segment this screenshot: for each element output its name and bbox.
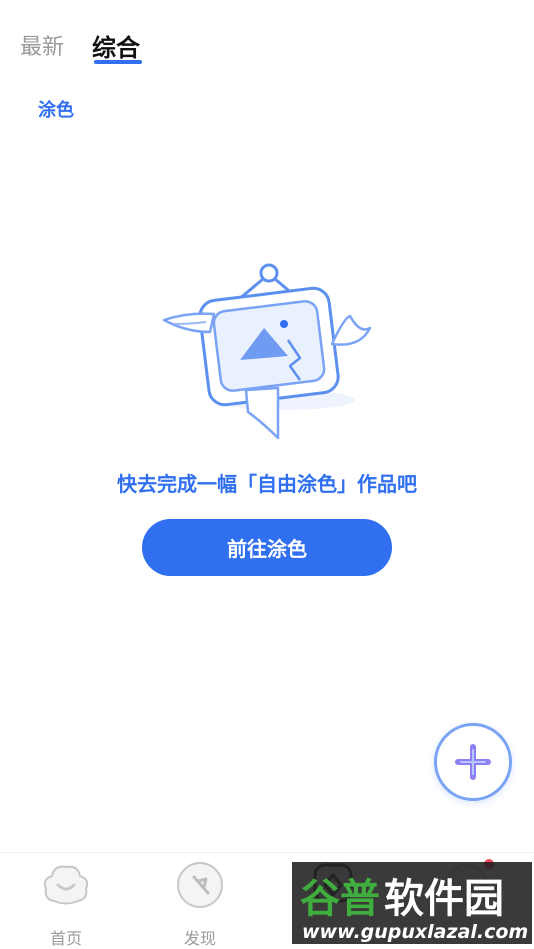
nav-home-label: 首页 [49, 929, 82, 948]
add-fab-button[interactable] [434, 723, 512, 801]
site-watermark-logo: 谷普 软件园 www.gupuxlazal.com [292, 862, 532, 944]
cloud-smile-icon [43, 865, 89, 905]
category-coloring[interactable]: 涂色 [38, 96, 74, 122]
go-coloring-button[interactable]: 前往涂色 [142, 519, 392, 576]
svg-text:www.gupuxlazal.com: www.gupuxlazal.com [302, 921, 528, 943]
nav-discover[interactable]: 发现 [155, 859, 245, 948]
plus-icon [455, 744, 491, 780]
compass-icon [177, 862, 223, 908]
nav-home[interactable]: 首页 [21, 859, 111, 948]
empty-frame-illustration [162, 263, 372, 440]
svg-text:软件园: 软件园 [384, 876, 504, 922]
svg-text:谷普: 谷普 [300, 876, 380, 922]
active-tab-indicator [94, 60, 142, 64]
empty-state-message: 快去完成一幅「自由涂色」作品吧 [117, 472, 417, 496]
nav-discover-label: 发现 [183, 929, 216, 948]
tab-latest[interactable]: 最新 [20, 30, 64, 66]
